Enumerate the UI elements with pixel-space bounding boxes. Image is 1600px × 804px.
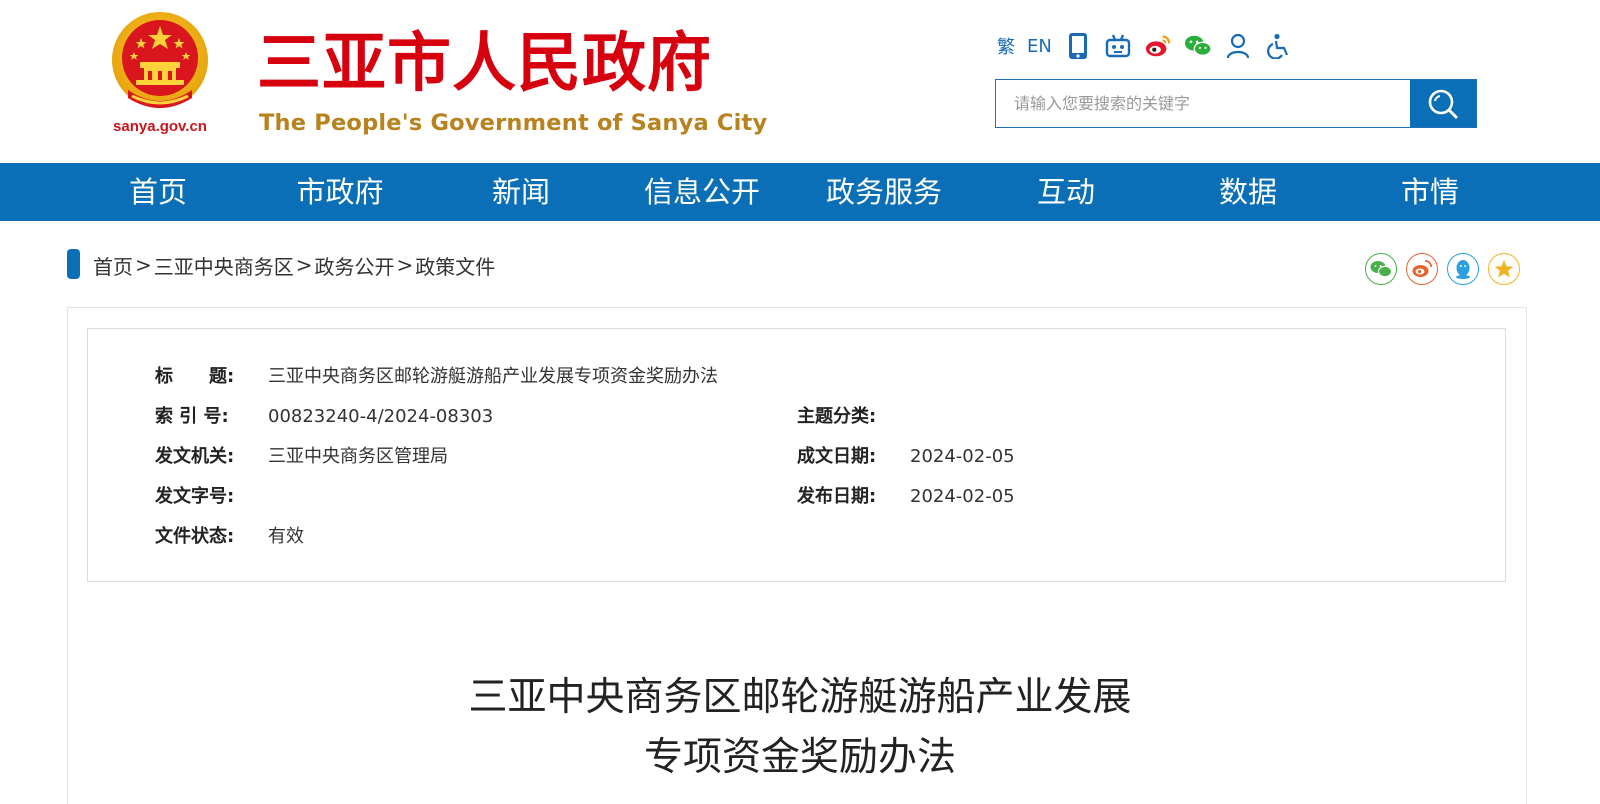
wechat-share-icon[interactable] (1365, 253, 1397, 285)
meta-row-docno: 发文字号: 发布日期: 2024-02-05 (88, 483, 1488, 511)
nav-item-home[interactable]: 首页 (68, 163, 248, 221)
favorite-star-icon[interactable] (1488, 253, 1520, 285)
meta-value-published: 2024-02-05 (910, 486, 1015, 507)
nav-item-government-services[interactable]: 政务服务 (794, 163, 974, 221)
meta-row-status: 文件状态: 有效 (88, 523, 1488, 551)
site-domain: sanya.gov.cn (113, 118, 207, 135)
search-button[interactable] (1410, 80, 1476, 127)
user-icon[interactable] (1224, 32, 1252, 60)
meta-label-index: 索 引 号: (155, 406, 229, 427)
meta-value-created: 2024-02-05 (910, 446, 1015, 467)
site-subtitle: The People's Government of Sanya City (259, 110, 768, 136)
meta-label-issuer: 发文机关: (155, 446, 235, 467)
search-input[interactable] (996, 80, 1410, 127)
nav-item-news[interactable]: 新闻 (431, 163, 611, 221)
search-box (995, 79, 1477, 128)
site-title[interactable]: 三亚市人民政府 (257, 28, 712, 100)
site-header: sanya.gov.cn 三亚市人民政府 The People's Govern… (0, 0, 1600, 163)
header-toolbar: 繁 EN (997, 28, 1304, 64)
meta-label-published: 发布日期: (797, 486, 877, 507)
meta-label-created: 成文日期: (797, 446, 877, 467)
breadcrumb-separator: > (135, 253, 152, 277)
breadcrumb-home[interactable]: 首页 (93, 251, 133, 280)
robot-icon[interactable] (1104, 32, 1132, 60)
meta-value-index: 00823240-4/2024-08303 (268, 406, 494, 427)
meta-label-title: 标 题: (155, 366, 235, 387)
nav-item-information-disclosure[interactable]: 信息公开 (612, 163, 792, 221)
meta-label-subject: 主题分类: (797, 406, 877, 427)
meta-value-status: 有效 (268, 526, 304, 547)
meta-row-issuer: 发文机关: 三亚中央商务区管理局 成文日期: 2024-02-05 (88, 443, 1488, 471)
meta-label-status: 文件状态: (155, 526, 235, 547)
breadcrumb-separator: > (396, 253, 414, 277)
meta-label-docno: 发文字号: (155, 486, 235, 507)
breadcrumb-cbd[interactable]: 三亚中央商务区 (154, 251, 294, 280)
document-title-line-2: 专项资金奖励办法 (643, 735, 956, 780)
qq-share-icon[interactable] (1447, 253, 1479, 285)
mobile-icon[interactable] (1064, 32, 1092, 60)
main-nav: 首页 市政府 新闻 信息公开 政务服务 互动 数据 市情 (0, 163, 1600, 221)
nav-item-city-info[interactable]: 市情 (1340, 163, 1520, 221)
breadcrumb-marker (67, 249, 80, 279)
meta-row-index: 索 引 号: 00823240-4/2024-08303 主题分类: (88, 403, 1488, 431)
document-metadata-panel: 标 题: 三亚中央商务区邮轮游艇游船产业发展专项资金奖励办法 索 引 号: 00… (87, 328, 1506, 582)
wechat-icon[interactable] (1184, 32, 1212, 60)
search-icon (1428, 89, 1459, 119)
breadcrumb-separator: > (295, 253, 313, 277)
nav-item-data[interactable]: 数据 (1158, 163, 1338, 221)
breadcrumb-policy-documents[interactable]: 政策文件 (415, 251, 495, 280)
meta-row-title: 标 题: 三亚中央商务区邮轮游艇游船产业发展专项资金奖励办法 (88, 363, 1488, 391)
english-link[interactable]: EN (1027, 36, 1052, 57)
document-title: 三亚中央商务区邮轮游艇游船产业发展 专项资金奖励办法 (0, 668, 1600, 788)
meta-value-title: 三亚中央商务区邮轮游艇游船产业发展专项资金奖励办法 (268, 366, 718, 387)
nav-item-city-government[interactable]: 市政府 (250, 163, 430, 221)
traditional-chinese-link[interactable]: 繁 (997, 33, 1015, 59)
meta-value-issuer: 三亚中央商务区管理局 (268, 446, 448, 467)
document-title-line-1: 三亚中央商务区邮轮游艇游船产业发展 (468, 675, 1132, 720)
nav-item-interaction[interactable]: 互动 (976, 163, 1156, 221)
breadcrumb-government-affairs[interactable]: 政务公开 (315, 251, 395, 280)
breadcrumb: 首页 > 三亚中央商务区 > 政务公开 > 政策文件 (93, 250, 495, 280)
accessibility-icon[interactable] (1264, 32, 1292, 60)
weibo-icon[interactable] (1144, 32, 1172, 60)
national-emblem-icon (112, 12, 208, 108)
weibo-share-icon[interactable] (1406, 253, 1438, 285)
